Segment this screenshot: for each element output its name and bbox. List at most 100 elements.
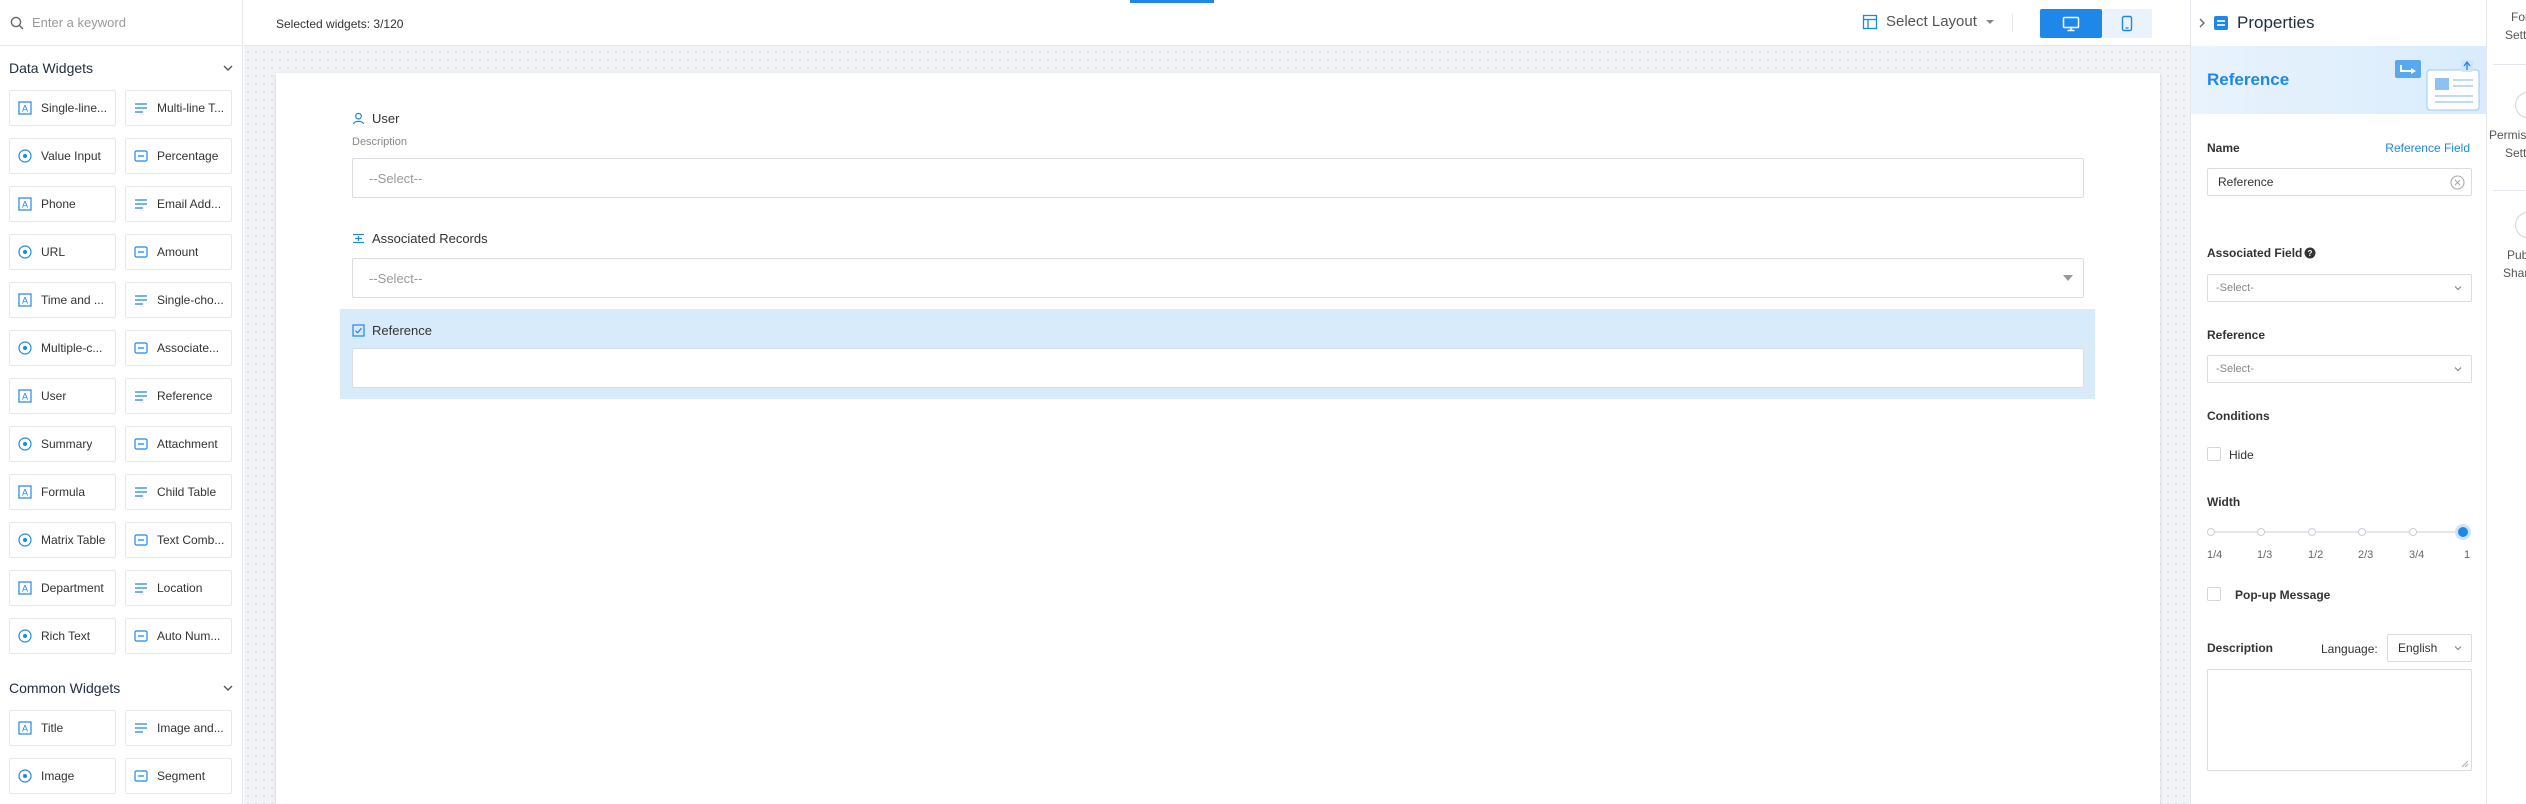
widget-item[interactable]: Text Comb... [125, 522, 232, 558]
associated-records-field[interactable]: Associated Records --Select-- [352, 231, 2084, 298]
calendar-icon: A [18, 293, 32, 307]
slider-track [2211, 531, 2468, 533]
properties-header: Properties [2191, 0, 2486, 46]
properties-icon [2214, 16, 2228, 30]
svg-text:A: A [22, 296, 28, 306]
publish-label-2[interactable]: Shar [2503, 266, 2526, 280]
widget-item[interactable]: A User [9, 378, 116, 414]
form-settings-label-2[interactable]: Setti [2505, 28, 2526, 42]
publish-label-1[interactable]: Pub [2507, 248, 2526, 262]
widget-item[interactable]: Image and... [125, 710, 232, 746]
widget-item-label: Department [41, 581, 104, 595]
widget-item[interactable]: A Formula [9, 474, 116, 510]
widget-item[interactable]: A Department [9, 570, 116, 606]
widget-item[interactable]: Value Input [9, 138, 116, 174]
widget-item[interactable]: Summary [9, 426, 116, 462]
search-input[interactable] [32, 15, 232, 30]
single-choice-icon [135, 295, 147, 305]
language-label: Language: [2321, 642, 2378, 656]
chevron-down-icon [2454, 286, 2462, 291]
resize-handle-icon[interactable] [2461, 760, 2469, 768]
widget-item[interactable]: Location [125, 570, 232, 606]
associated-field-select[interactable]: -Select- [2207, 274, 2472, 302]
mobile-icon [2121, 15, 2133, 32]
formula-icon: A [18, 485, 32, 499]
permissions-label-1[interactable]: Permis [2489, 128, 2526, 142]
slider-stop[interactable] [2257, 528, 2265, 536]
widget-item[interactable]: URL [9, 234, 116, 270]
form-sheet: User Description --Select-- Associated R… [276, 73, 2160, 804]
field-type-link[interactable]: Reference Field [2385, 141, 2470, 155]
associated-records-select[interactable]: --Select-- [352, 258, 2084, 298]
popup-checkbox[interactable] [2207, 587, 2221, 601]
mobile-view-button[interactable] [2102, 9, 2152, 38]
help-icon[interactable]: ? [2304, 247, 2316, 259]
common-widgets-header[interactable]: Common Widgets [0, 666, 242, 710]
chevron-down-icon [223, 685, 233, 691]
select-layout-button[interactable]: Select Layout [1862, 13, 1995, 30]
widget-item-label: URL [41, 245, 66, 259]
reference-label: Reference [2207, 328, 2266, 342]
widget-item[interactable]: Email Add... [125, 186, 232, 222]
widget-item[interactable]: Auto Num... [125, 618, 232, 654]
form-settings-label-1[interactable]: For [2511, 10, 2526, 24]
widget-item[interactable]: A Title [9, 710, 116, 746]
widget-item[interactable]: Multi-line T... [125, 90, 232, 126]
data-widgets-header[interactable]: Data Widgets [0, 46, 242, 90]
hide-checkbox[interactable] [2207, 447, 2221, 461]
reference-field[interactable]: Reference [352, 323, 2084, 388]
widget-item[interactable]: Associate... [125, 330, 232, 366]
widget-item[interactable]: A Phone [9, 186, 116, 222]
layout-icon [1862, 14, 1878, 29]
widget-item[interactable]: Image [9, 758, 116, 794]
widget-item[interactable]: Child Table [125, 474, 232, 510]
clear-icon[interactable] [2450, 175, 2465, 190]
widget-item[interactable]: A Single-line... [9, 90, 116, 126]
widget-item-label: Value Input [41, 149, 101, 163]
reference-icon [352, 324, 365, 337]
settings-strip: For Setti Permis Setti Pub Shar [2486, 0, 2526, 804]
reference-input[interactable] [352, 348, 2084, 388]
widget-item[interactable]: Matrix Table [9, 522, 116, 558]
chevron-down-icon [223, 65, 233, 71]
user-icon [352, 112, 365, 125]
name-input[interactable]: Reference [2207, 168, 2472, 196]
widget-item[interactable]: Amount [125, 234, 232, 270]
widget-item[interactable]: Reference [125, 378, 232, 414]
image-and-text-icon [135, 723, 147, 733]
widget-item-label: Summary [41, 437, 93, 451]
slider-stop[interactable] [2358, 528, 2366, 536]
chevron-right-icon[interactable] [2199, 18, 2205, 28]
associated-field-label: Associated Field [2207, 246, 2303, 260]
common-widgets-grid: A Title Image and... Image Segment [0, 710, 242, 804]
slider-stop[interactable] [2308, 528, 2316, 536]
associated-records-placeholder: --Select-- [369, 270, 423, 286]
popup-label: Pop-up Message [2235, 588, 2331, 602]
language-value: English [2398, 641, 2438, 655]
width-slider[interactable] [2207, 524, 2472, 540]
user-select[interactable]: --Select-- [352, 158, 2084, 198]
language-select[interactable]: English [2387, 634, 2472, 662]
common-widgets-title: Common Widgets [9, 680, 121, 696]
permissions-icon[interactable] [2515, 92, 2526, 118]
widget-item[interactable]: Multiple-c... [9, 330, 116, 366]
properties-title: Properties [2237, 13, 2315, 32]
active-indicator [1130, 0, 1214, 3]
widget-item[interactable]: Attachment [125, 426, 232, 462]
desktop-view-button[interactable] [2040, 9, 2102, 38]
widget-item[interactable]: Single-cho... [125, 282, 232, 318]
reference-select[interactable]: -Select- [2207, 355, 2472, 383]
slider-handle[interactable] [2455, 524, 2471, 540]
slider-stop[interactable] [2207, 528, 2215, 536]
slider-stop[interactable] [2409, 528, 2417, 536]
rich-text-icon [18, 629, 32, 643]
widget-item[interactable]: A Time and ... [9, 282, 116, 318]
widget-item[interactable]: Segment [125, 758, 232, 794]
publish-icon[interactable] [2515, 212, 2526, 238]
description-textarea[interactable] [2207, 669, 2472, 771]
widget-item[interactable]: Rich Text [9, 618, 116, 654]
permissions-label-2[interactable]: Setti [2505, 146, 2526, 160]
text-combination-icon [134, 534, 148, 546]
user-field[interactable]: User Description --Select-- [352, 111, 2084, 198]
widget-item[interactable]: Percentage [125, 138, 232, 174]
